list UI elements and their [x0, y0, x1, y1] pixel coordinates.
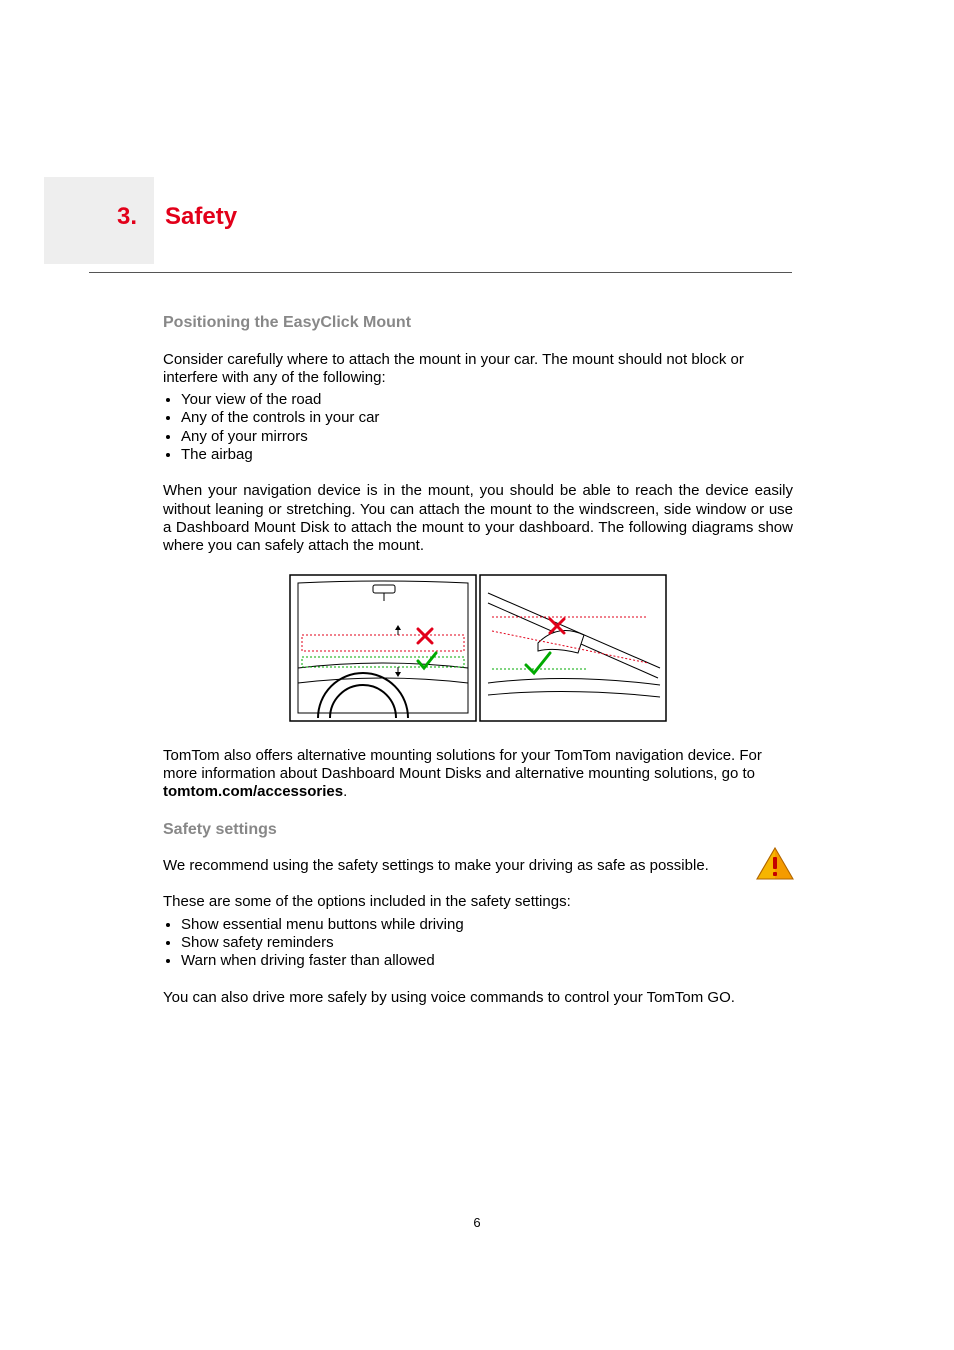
list-item: Show safety reminders	[181, 934, 793, 952]
section-heading-safety: Safety settings	[163, 820, 793, 840]
chapter-number: 3.	[117, 203, 137, 231]
chapter-banner	[44, 177, 154, 264]
outro-text-suffix: .	[343, 783, 347, 800]
mount-bullet-list: Your view of the road Any of the control…	[163, 391, 793, 464]
safety-bullet-list: Show essential menu buttons while drivin…	[163, 916, 793, 971]
safety-settings-block: Safety settings We recommend using the s…	[163, 820, 793, 876]
list-item: Any of your mirrors	[181, 428, 793, 446]
options-intro: These are some of the options included i…	[163, 893, 793, 911]
list-item: Warn when driving faster than allowed	[181, 952, 793, 970]
safety-intro: We recommend using the safety settings t…	[163, 857, 743, 875]
section-heading-positioning: Positioning the EasyClick Mount	[163, 313, 793, 333]
diagram-front-view	[290, 575, 476, 721]
page-number: 6	[0, 1215, 954, 1230]
diagram-side-view	[480, 575, 666, 721]
body-paragraph: When your navigation device is in the mo…	[163, 482, 793, 555]
intro-paragraph: Consider carefully where to attach the m…	[163, 351, 793, 388]
page: 3. Safety Positioning the EasyClick Moun…	[0, 0, 954, 1350]
list-item: Show essential menu buttons while drivin…	[181, 916, 793, 934]
warning-icon	[755, 846, 795, 887]
content-column: Positioning the EasyClick Mount Consider…	[163, 313, 793, 1025]
accessories-link[interactable]: tomtom.com/accessories	[163, 783, 343, 800]
title-underline	[89, 272, 792, 273]
safety-outro: You can also drive more safely by using …	[163, 989, 793, 1007]
mount-diagram	[288, 573, 668, 728]
list-item: Any of the controls in your car	[181, 409, 793, 427]
list-item: Your view of the road	[181, 391, 793, 409]
outro-text-prefix: TomTom also offers alternative mounting …	[163, 747, 762, 782]
list-item: The airbag	[181, 446, 793, 464]
outro-paragraph: TomTom also offers alternative mounting …	[163, 747, 793, 802]
chapter-title: Safety	[165, 203, 237, 231]
